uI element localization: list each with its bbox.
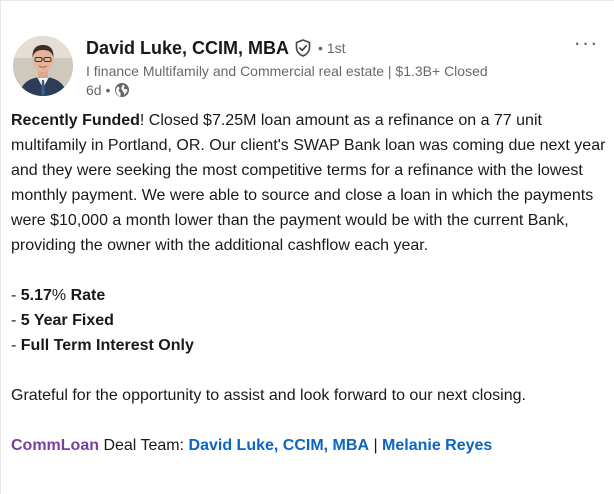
bullet-prefix: - bbox=[11, 312, 21, 329]
bullet-prefix: - bbox=[11, 337, 21, 354]
verified-shield-icon bbox=[294, 39, 312, 57]
deal-team-label: Deal Team: bbox=[99, 437, 189, 454]
author-name[interactable]: David Luke, CCIM, MBA bbox=[86, 38, 289, 59]
company-mention-link[interactable]: CommLoan bbox=[11, 437, 99, 454]
bullet-interest-only-label: Full Term Interest Only bbox=[20, 337, 194, 354]
author-meta: David Luke, CCIM, MBA • 1st I finance Mu… bbox=[86, 36, 562, 99]
recently-funded-label: Recently Funded bbox=[11, 112, 140, 129]
deal-team-line: CommLoan Deal Team: David Luke, CCIM, MB… bbox=[11, 433, 607, 458]
post-card: David Luke, CCIM, MBA • 1st I finance Mu… bbox=[0, 0, 614, 494]
post-body: Recently Funded! Closed $7.25M loan amou… bbox=[11, 108, 607, 458]
bullet-interest-only: - Full Term Interest Only bbox=[11, 333, 607, 358]
globe-icon bbox=[114, 82, 130, 98]
bullet-fixed: - 5 Year Fixed bbox=[11, 308, 607, 333]
post-paragraph: Recently Funded! Closed $7.25M loan amou… bbox=[11, 108, 607, 258]
bullet-fixed-label: 5 Year Fixed bbox=[20, 312, 114, 329]
post-header: David Luke, CCIM, MBA • 1st I finance Mu… bbox=[13, 32, 602, 99]
closing-text: Grateful for the opportunity to assist a… bbox=[11, 387, 526, 404]
bullet-rate-label: Rate bbox=[70, 287, 106, 304]
bullet-rate: - 5.17% Rate bbox=[11, 283, 607, 308]
bullet-rate-percent: % bbox=[51, 287, 71, 304]
more-options-icon[interactable]: ··· bbox=[570, 32, 602, 60]
author-headline: I finance Multifamily and Commercial rea… bbox=[86, 63, 488, 79]
separator: | bbox=[369, 437, 383, 454]
post-timestamp-row: 6d • bbox=[86, 81, 562, 99]
avatar[interactable] bbox=[13, 36, 73, 96]
bullet-prefix: - bbox=[11, 287, 21, 304]
member-mention-melanie-reyes[interactable]: Melanie Reyes bbox=[382, 437, 492, 454]
member-mention-david-luke[interactable]: David Luke, CCIM, MBA bbox=[189, 437, 369, 454]
paragraph-text: ! Closed $7.25M loan amount as a refinan… bbox=[11, 112, 606, 254]
name-row: David Luke, CCIM, MBA • 1st bbox=[86, 36, 562, 60]
bullet-rate-value: 5.17 bbox=[20, 287, 52, 304]
connection-degree: • 1st bbox=[318, 40, 346, 56]
post-timestamp: 6d • bbox=[86, 82, 111, 98]
